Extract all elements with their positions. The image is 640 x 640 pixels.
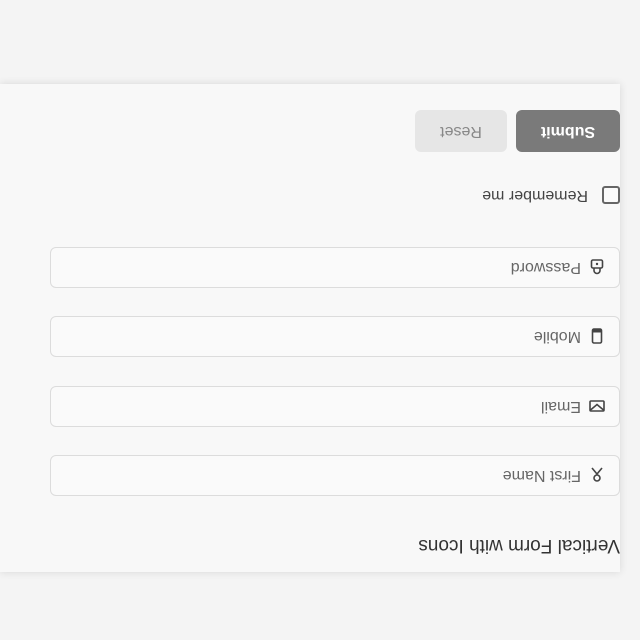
lock-icon (589, 259, 605, 275)
submit-button[interactable]: Submit (516, 110, 620, 152)
remember-me-checkbox[interactable] (602, 186, 620, 204)
reset-button[interactable]: Reset (415, 110, 507, 152)
remember-me-label: Remember me (482, 187, 588, 204)
first-name-field[interactable]: First Name (50, 455, 620, 496)
email-placeholder: Email (540, 398, 581, 415)
password-field[interactable]: Password (50, 247, 620, 288)
password-placeholder: Password (510, 259, 581, 276)
person-icon (589, 467, 605, 483)
email-field[interactable]: Email (50, 386, 620, 427)
envelope-icon (589, 398, 605, 414)
form-title: Vertical Form with Icons (418, 535, 620, 556)
page: Vertical Form with Icons First Name Emai… (0, 0, 640, 640)
phone-icon (589, 328, 605, 344)
mobile-field[interactable]: Mobile (50, 316, 620, 357)
mobile-placeholder: Mobile (533, 328, 581, 345)
first-name-placeholder: First Name (502, 467, 581, 484)
